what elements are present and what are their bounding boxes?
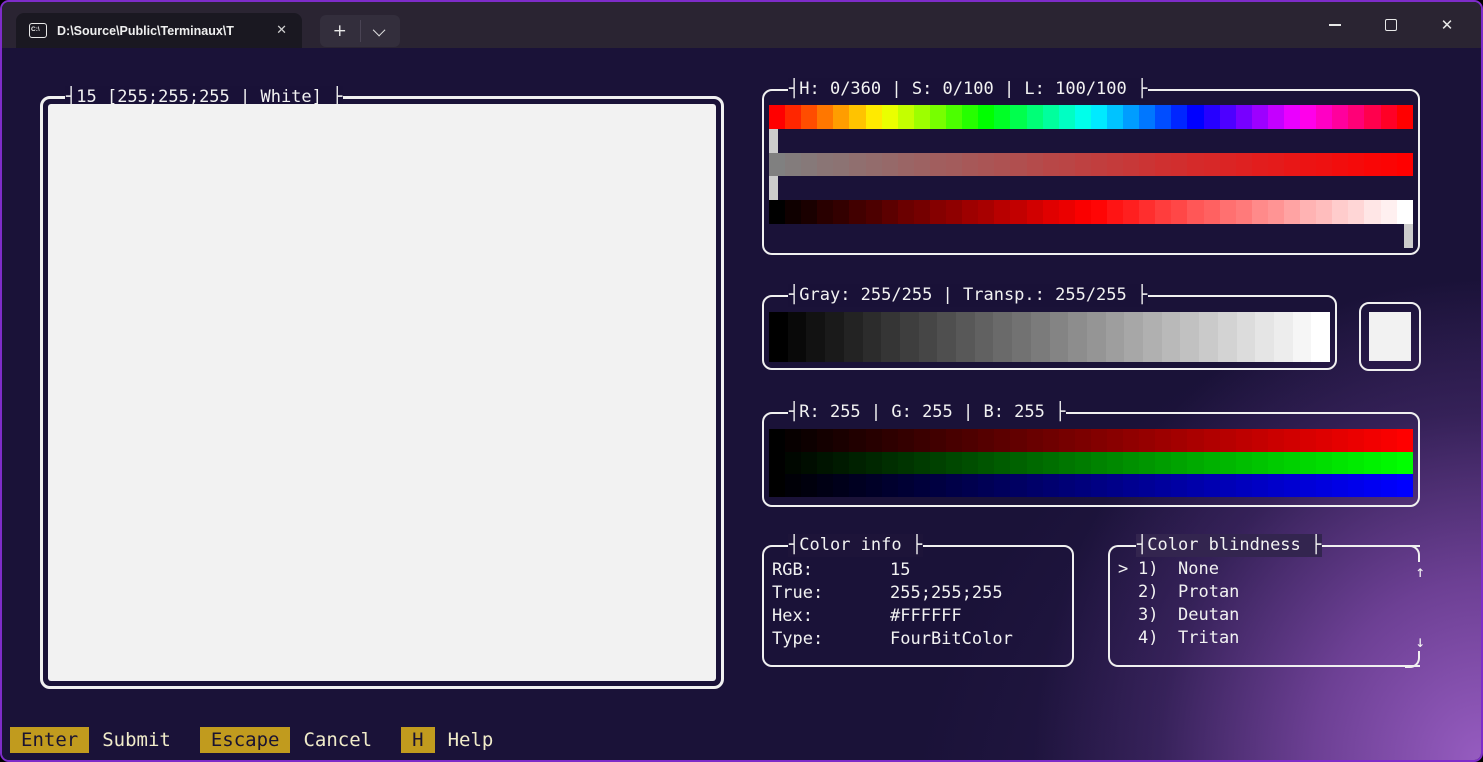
new-tab-group: +: [320, 15, 400, 47]
window-controls: ✕: [1307, 2, 1475, 48]
lightness-slider-handle[interactable]: [1404, 224, 1413, 248]
terminal-window: C:\ D:\Source\Public\Terminaux\T ✕ + ✕ 1…: [0, 0, 1483, 762]
new-tab-button[interactable]: +: [320, 16, 360, 46]
hue-slider-track: [769, 129, 1413, 153]
hsl-title: H: 0/360 | S: 0/100 | L: 100/100: [788, 78, 1148, 101]
color-blindness-title: Color blindness: [1136, 534, 1322, 557]
blindness-item-protan[interactable]: 2) Protan: [1118, 581, 1412, 604]
key-enter: Enter: [10, 727, 89, 753]
item-number: 4): [1138, 627, 1178, 650]
tab-dropdown-button[interactable]: [361, 15, 401, 47]
chevron-down-icon: [372, 23, 385, 36]
red-slider-bar[interactable]: [769, 429, 1413, 452]
info-label: Type:: [772, 628, 890, 651]
current-color-swatch: [1369, 312, 1411, 361]
keybinding-status-bar: Enter Submit Escape Cancel H Help: [10, 727, 522, 753]
minimize-icon: [1329, 24, 1341, 26]
current-color-box: [1359, 302, 1421, 371]
key-escape: Escape: [200, 727, 291, 753]
selection-marker: [1118, 581, 1138, 604]
close-icon: ✕: [1441, 16, 1454, 34]
tab-title: D:\Source\Public\Terminaux\T: [57, 24, 265, 38]
tab-close-icon[interactable]: ✕: [271, 21, 292, 40]
terminal-viewport: 15 [255;255;255 | White] H: 0/360 | S: 0…: [2, 48, 1481, 760]
lightness-slider-track: [769, 224, 1413, 248]
cmd-icon: C:\: [29, 23, 47, 38]
title-bar: C:\ D:\Source\Public\Terminaux\T ✕ + ✕: [2, 2, 1481, 48]
blindness-item-deutan[interactable]: 3) Deutan: [1118, 604, 1412, 627]
maximize-button[interactable]: [1363, 5, 1419, 45]
item-label: Deutan: [1178, 604, 1239, 627]
hue-slider-bar[interactable]: [769, 105, 1413, 129]
action-help: Help: [448, 727, 494, 753]
item-number: 3): [1138, 604, 1178, 627]
key-h: H: [401, 727, 434, 753]
color-blindness-panel: Color blindness ↑ ↓ > 1) None 2) Protan …: [1108, 545, 1420, 667]
info-value: FourBitColor: [890, 628, 1013, 651]
color-info-panel: Color info RGB: 15 True: 255;255;255 Hex…: [762, 545, 1074, 667]
action-cancel: Cancel: [303, 727, 372, 753]
saturation-slider-track: [769, 176, 1413, 200]
color-preview-swatch: [48, 104, 716, 681]
gray-transparency-panel: Gray: 255/255 | Transp.: 255/255: [762, 295, 1337, 370]
selection-marker: >: [1118, 558, 1138, 581]
rgb-title: R: 255 | G: 255 | B: 255: [788, 401, 1066, 424]
scroll-up-icon[interactable]: ↑: [1415, 562, 1425, 582]
gray-slider-bar[interactable]: [769, 312, 1330, 362]
item-label: Protan: [1178, 581, 1239, 604]
border-stub-top: [1405, 545, 1420, 562]
action-submit: Submit: [102, 727, 171, 753]
info-row-type: Type: FourBitColor: [772, 628, 1064, 651]
green-slider-bar[interactable]: [769, 452, 1413, 475]
hsl-panel: H: 0/360 | S: 0/100 | L: 100/100: [762, 89, 1420, 255]
blue-slider-bar[interactable]: [769, 474, 1413, 497]
close-button[interactable]: ✕: [1419, 5, 1475, 45]
saturation-slider-handle[interactable]: [769, 176, 778, 200]
info-value: 15: [890, 559, 910, 582]
blindness-item-tritan[interactable]: 4) Tritan: [1118, 627, 1412, 650]
item-label: Tritan: [1178, 627, 1239, 650]
color-info-title: Color info: [788, 534, 923, 557]
item-number: 2): [1138, 581, 1178, 604]
info-row-hex: Hex: #FFFFFF: [772, 605, 1064, 628]
hue-slider-handle[interactable]: [769, 129, 778, 153]
color-preview-panel: 15 [255;255;255 | White]: [40, 96, 724, 689]
border-stub-bottom: [1405, 651, 1420, 668]
lightness-slider-bar[interactable]: [769, 200, 1413, 224]
terminal-tab[interactable]: C:\ D:\Source\Public\Terminaux\T ✕: [16, 13, 302, 48]
item-label: None: [1178, 558, 1219, 581]
scroll-down-icon[interactable]: ↓: [1415, 632, 1425, 652]
info-row-rgb: RGB: 15: [772, 559, 1064, 582]
info-label: RGB:: [772, 559, 890, 582]
minimize-button[interactable]: [1307, 5, 1363, 45]
blindness-item-none[interactable]: > 1) None: [1118, 558, 1412, 581]
info-row-true: True: 255;255;255: [772, 582, 1064, 605]
info-label: Hex:: [772, 605, 890, 628]
selection-marker: [1118, 604, 1138, 627]
info-label: True:: [772, 582, 890, 605]
maximize-icon: [1385, 19, 1397, 31]
item-number: 1): [1138, 558, 1178, 581]
saturation-slider-bar[interactable]: [769, 153, 1413, 177]
selection-marker: [1118, 627, 1138, 650]
rgb-panel: R: 255 | G: 255 | B: 255: [762, 412, 1420, 507]
gray-transparency-title: Gray: 255/255 | Transp.: 255/255: [788, 284, 1148, 307]
info-value: 255;255;255: [890, 582, 1003, 605]
info-value: #FFFFFF: [890, 605, 962, 628]
